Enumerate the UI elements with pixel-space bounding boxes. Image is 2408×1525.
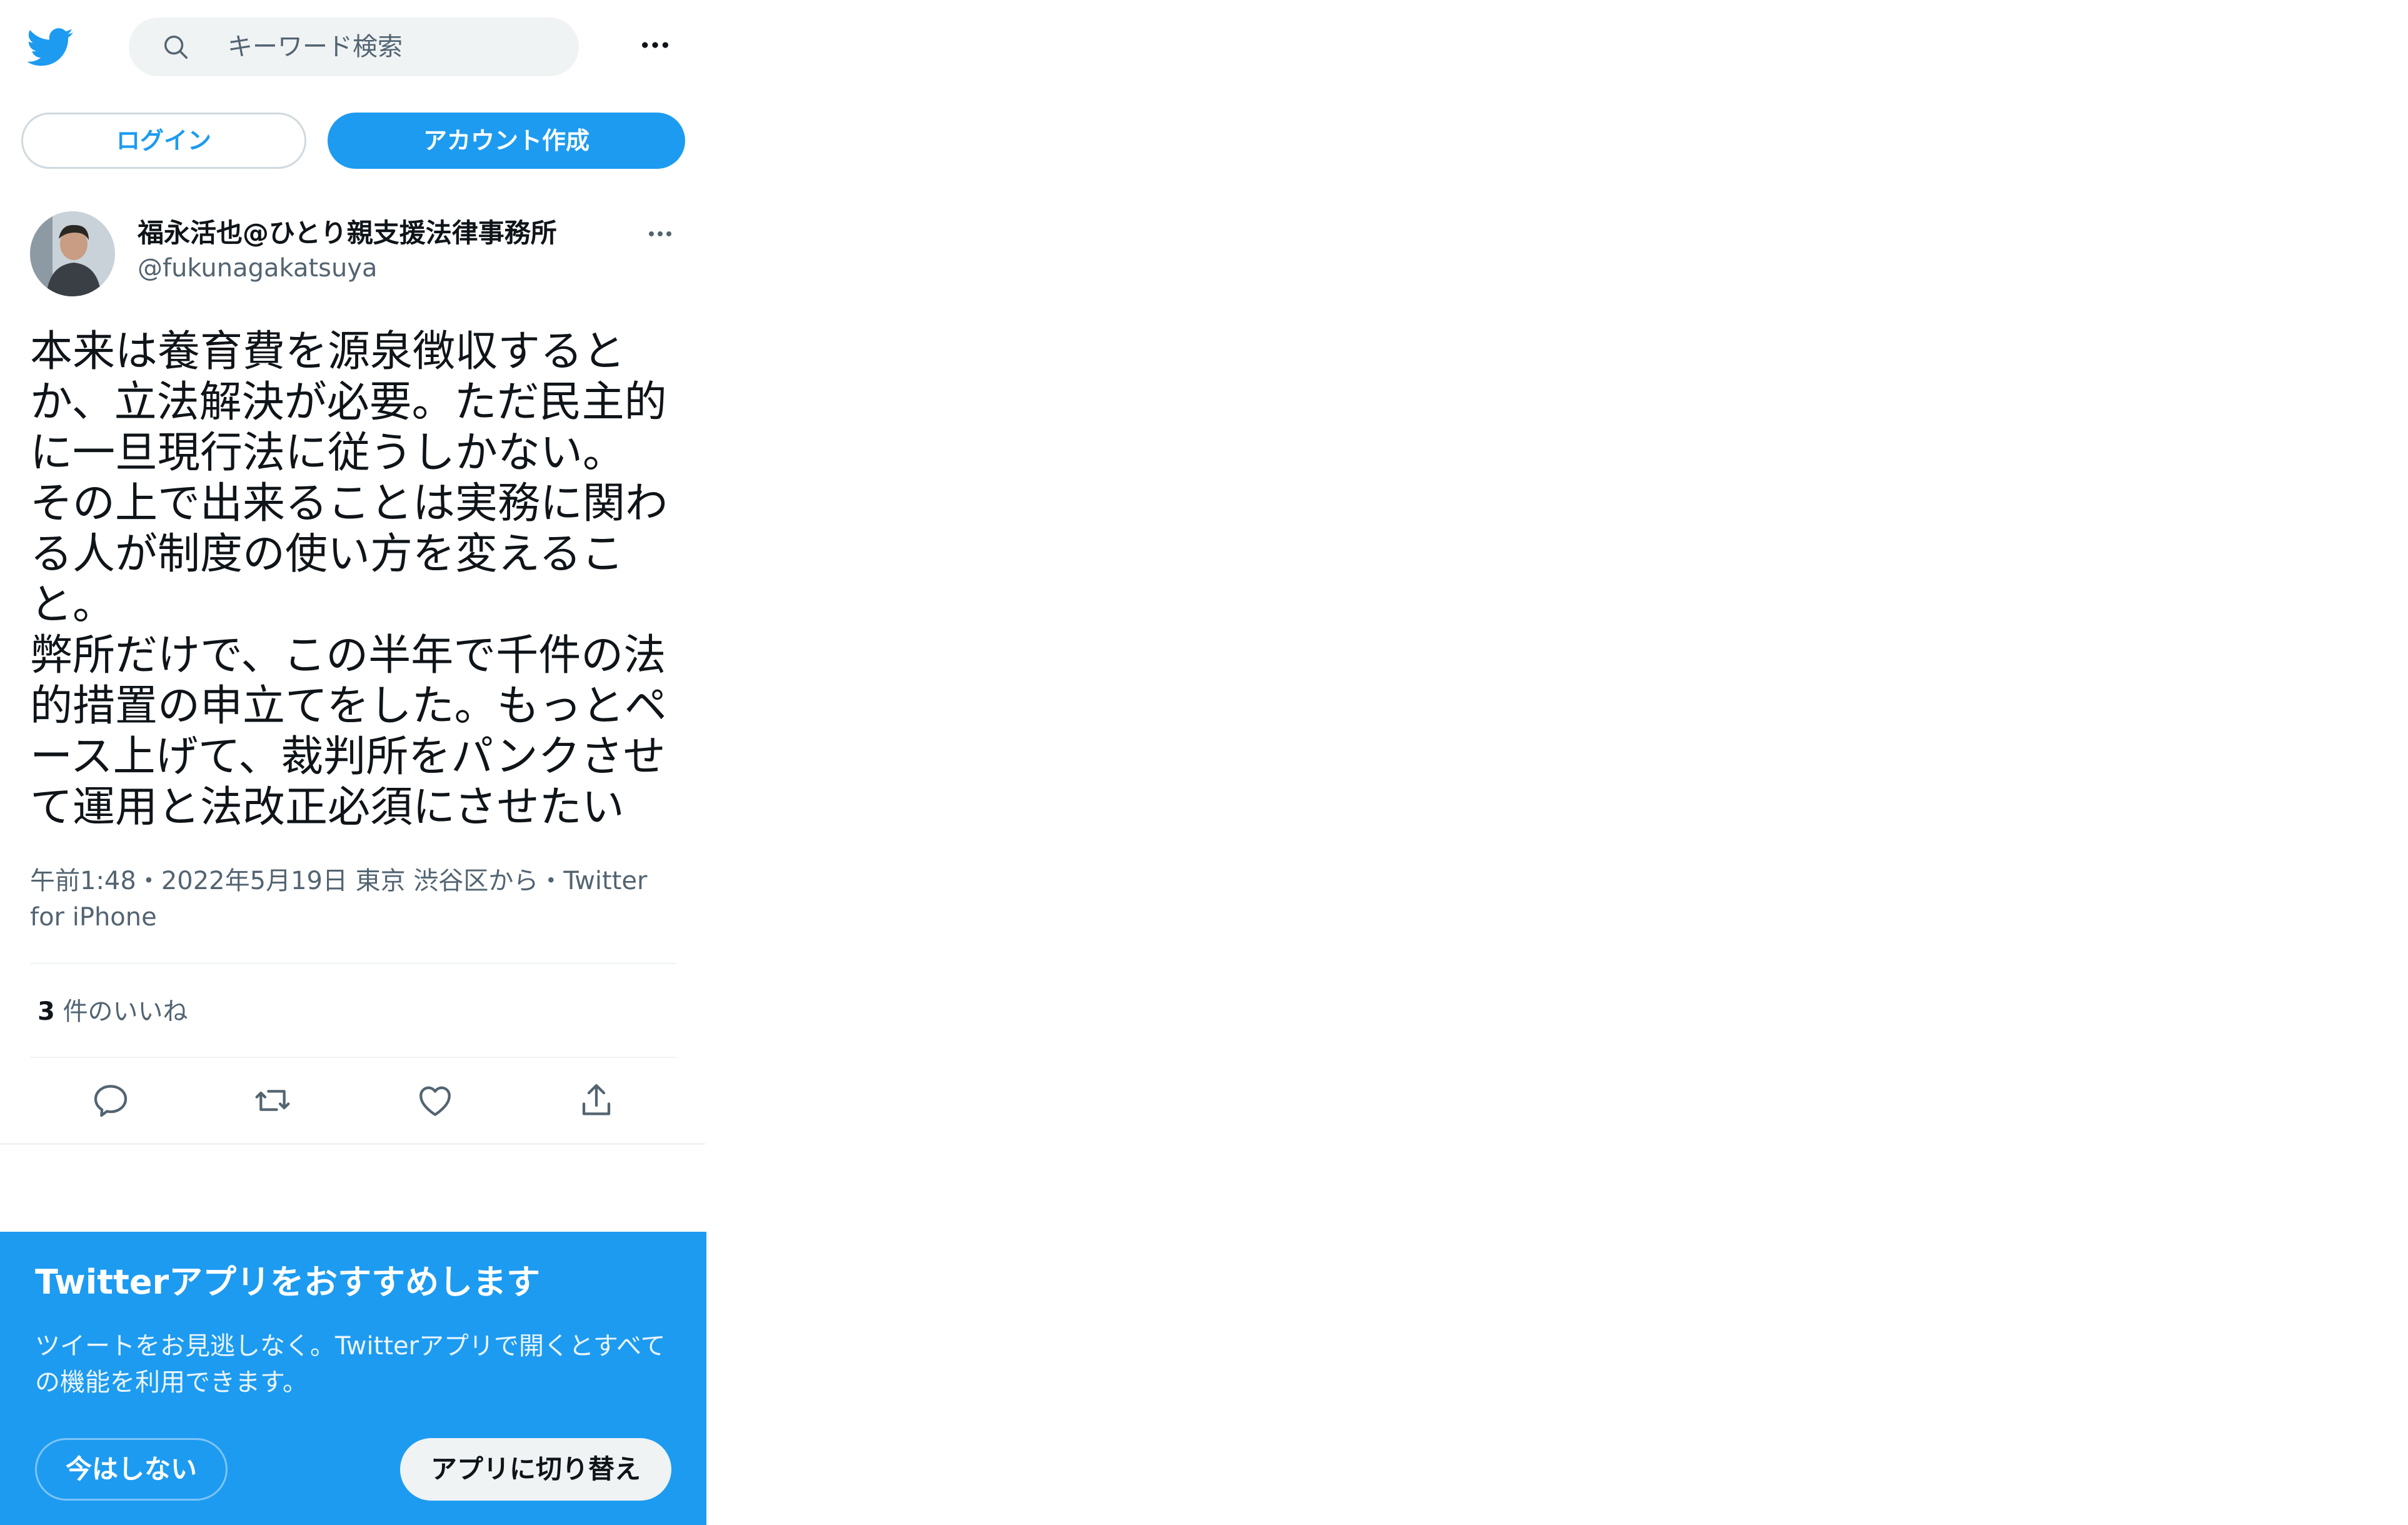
search-box[interactable]: キーワード検索 <box>129 18 579 76</box>
avatar-image <box>30 211 115 296</box>
tweet-meta[interactable]: 午前1:48・2022年5月19日 東京 渋谷区から・Twitter for i… <box>30 863 680 935</box>
search-icon <box>164 35 188 59</box>
tweet-text: 本来は養育費を源泉徴収すると か、立法解決が必要。ただ民主的 に一旦現行法に従う… <box>30 327 668 832</box>
promo-title: Twitterアプリをおすすめします <box>35 1262 541 1302</box>
twitter-bird-icon[interactable] <box>28 24 74 70</box>
avatar[interactable] <box>30 211 115 296</box>
like-icon <box>419 1086 451 1116</box>
more-options-icon[interactable] <box>638 28 673 63</box>
search-input[interactable]: キーワード検索 <box>228 33 403 61</box>
share-button[interactable] <box>576 1080 616 1120</box>
divider <box>30 963 676 964</box>
likes-label: 件のいいね <box>63 997 188 1026</box>
reply-button[interactable] <box>91 1080 131 1120</box>
tweet-more-icon[interactable] <box>643 219 678 249</box>
retweet-button[interactable] <box>253 1080 293 1120</box>
promo-body: ツイートをお見逃しなく。Twitterアプリで開くとすべての機能を利用できます。 <box>35 1332 666 1397</box>
retweet-icon <box>255 1090 290 1111</box>
app-promo-banner: Twitterアプリをおすすめします ツイートをお見逃しなく。Twitterアプ… <box>0 1232 706 1525</box>
divider <box>30 1057 676 1058</box>
divider <box>0 1143 705 1145</box>
switch-to-app-button[interactable]: アプリに切り替え <box>400 1438 671 1501</box>
not-now-button[interactable]: 今はしない <box>35 1438 228 1501</box>
login-button[interactable]: ログイン <box>21 113 306 169</box>
signup-button[interactable]: アカウント作成 <box>328 113 685 169</box>
display-name[interactable]: 福永活也@ひとり親支援法律事務所 <box>138 216 557 250</box>
likes-number: 3 <box>38 997 55 1026</box>
like-button[interactable] <box>415 1080 455 1120</box>
user-handle[interactable]: @fukunagakatsuya <box>138 253 378 284</box>
share-icon <box>582 1084 611 1115</box>
likes-count[interactable]: 3 件のいいね <box>38 994 188 1029</box>
page-column: キーワード検索 ログイン アカウント作成 福永活也@ひとり親支援法律事務所 @f… <box>0 0 706 1525</box>
reply-icon <box>94 1085 128 1117</box>
